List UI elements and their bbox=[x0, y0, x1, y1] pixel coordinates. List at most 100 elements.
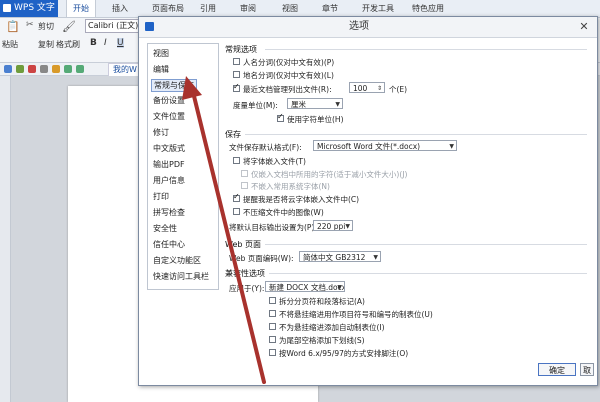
nav-item-export-pdf[interactable]: 输出PDF bbox=[153, 159, 185, 170]
copy-button[interactable]: 复制 bbox=[38, 39, 54, 50]
underline-button[interactable]: U bbox=[117, 38, 124, 48]
nav-item-customize-ribbon[interactable]: 自定义功能区 bbox=[153, 255, 201, 266]
new-doc-icon[interactable] bbox=[4, 65, 12, 73]
web-encoding-select[interactable]: 简体中文 GB2312 ▼ bbox=[299, 251, 381, 262]
ok-button[interactable]: 确定 bbox=[538, 363, 576, 376]
output-resolution-label: 将默认目标输出设置为(P): bbox=[229, 223, 317, 232]
nav-item-chinese-layout[interactable]: 中文版式 bbox=[153, 143, 185, 154]
divider bbox=[269, 273, 587, 274]
paste-button[interactable]: 粘贴 bbox=[2, 39, 18, 50]
nav-item-print[interactable]: 打印 bbox=[153, 191, 169, 202]
pdf-icon[interactable] bbox=[28, 65, 36, 73]
scissors-icon[interactable]: ✂ bbox=[26, 20, 34, 30]
output-resolution-value: 220 ppi bbox=[317, 222, 346, 231]
nav-item-view[interactable]: 视图 bbox=[153, 48, 169, 59]
no-auto-tab-checkbox[interactable] bbox=[269, 323, 276, 330]
dialog-titlebar: 选项 ✕ bbox=[139, 17, 597, 38]
recent-docs-label: 最近文档管理列出文件(R): bbox=[243, 85, 332, 94]
apply-to-select[interactable]: 新建 DOCX 文档.docx ▼ bbox=[265, 281, 345, 292]
paste-icon[interactable]: 📋 bbox=[6, 20, 20, 33]
split-page-break-checkbox[interactable] bbox=[269, 297, 276, 304]
italic-button[interactable]: I bbox=[104, 38, 107, 48]
print-icon[interactable] bbox=[40, 65, 48, 73]
menu-home[interactable]: 开始 bbox=[66, 0, 96, 17]
chevron-down-icon: ▼ bbox=[345, 223, 350, 230]
nav-item-revision[interactable]: 修订 bbox=[153, 127, 169, 138]
wps-app-button[interactable]: WPS 文字 bbox=[0, 0, 58, 17]
nav-item-spell-check[interactable]: 拼写检查 bbox=[153, 207, 185, 218]
menu-view[interactable]: 视图 bbox=[282, 0, 298, 17]
place-name-split-checkbox[interactable] bbox=[233, 71, 240, 78]
cut-button[interactable]: 剪切 bbox=[38, 21, 54, 32]
nav-item-general-save[interactable]: 常规与保存 bbox=[151, 79, 197, 92]
wps-logo-icon bbox=[3, 4, 11, 12]
bold-button[interactable]: B bbox=[90, 38, 97, 48]
underline-trailing-space-checkbox[interactable] bbox=[269, 336, 276, 343]
nav-item-user-info[interactable]: 用户信息 bbox=[153, 175, 185, 186]
nav-item-edit[interactable]: 编辑 bbox=[153, 64, 169, 75]
embed-fonts-checkbox[interactable] bbox=[233, 157, 240, 164]
chevron-down-icon: ▼ bbox=[337, 284, 342, 291]
no-compress-images-checkbox[interactable] bbox=[233, 208, 240, 215]
no-compress-images-label: 不压缩文件中的图像(W) bbox=[243, 208, 324, 217]
open-icon[interactable] bbox=[16, 65, 24, 73]
options-dialog: 选项 ✕ 视图 编辑 常规与保存 备份设置 文件位置 修订 中文版式 输出PDF… bbox=[138, 16, 598, 386]
cloud-font-reminder-label: 提醒我是否将云字体嵌入文件中(C) bbox=[243, 195, 360, 204]
menu-chapter[interactable]: 章节 bbox=[322, 0, 338, 17]
section-save: 保存 bbox=[225, 130, 241, 139]
redo-icon[interactable] bbox=[76, 65, 84, 73]
char-unit-checkbox[interactable] bbox=[277, 112, 284, 122]
close-icon[interactable]: ✕ bbox=[577, 20, 591, 34]
default-format-label: 文件保存默认格式(F): bbox=[229, 143, 302, 152]
word6-footnote-label: 按Word 6.x/95/97的方式安排脚注(O) bbox=[279, 349, 409, 358]
section-compat: 兼容性选项 bbox=[225, 269, 265, 278]
options-nav: 视图 编辑 常规与保存 备份设置 文件位置 修订 中文版式 输出PDF 用户信息… bbox=[147, 43, 219, 290]
recent-docs-count-input[interactable]: 100 ⇕ bbox=[349, 82, 385, 93]
cloud-font-reminder-checkbox[interactable] bbox=[233, 192, 240, 202]
menu-references[interactable]: 引用 bbox=[200, 0, 216, 17]
dialog-title: 选项 bbox=[349, 21, 369, 32]
measure-unit-select[interactable]: 厘米 ▼ bbox=[287, 98, 343, 109]
nav-item-trust-center[interactable]: 信任中心 bbox=[153, 239, 185, 250]
chevron-down-icon: ▼ bbox=[373, 254, 378, 261]
font-select[interactable]: Calibri (正文) bbox=[85, 19, 144, 33]
chevron-down-icon: ▼ bbox=[449, 143, 454, 150]
output-resolution-select[interactable]: 220 ppi ▼ bbox=[313, 220, 353, 231]
menu-review[interactable]: 审阅 bbox=[240, 0, 256, 17]
section-web: Web 页面 bbox=[225, 240, 261, 249]
cancel-button[interactable]: 取消 bbox=[580, 363, 594, 376]
no-embed-system-fonts-checkbox[interactable] bbox=[241, 182, 248, 189]
menu-insert[interactable]: 插入 bbox=[112, 0, 128, 17]
person-name-split-checkbox[interactable] bbox=[233, 58, 240, 65]
apply-to-value: 新建 DOCX 文档.docx bbox=[269, 283, 345, 292]
nav-item-file-location[interactable]: 文件位置 bbox=[153, 111, 185, 122]
document-tab[interactable]: 我的W bbox=[108, 63, 142, 77]
preview-icon[interactable] bbox=[52, 65, 60, 73]
menu-page-layout[interactable]: 页面布局 bbox=[152, 0, 184, 17]
nav-item-backup[interactable]: 备份设置 bbox=[153, 95, 185, 106]
format-painter-button[interactable]: 格式刷 bbox=[56, 39, 80, 50]
nav-item-quick-access-toolbar[interactable]: 快速访问工具栏 bbox=[153, 271, 209, 282]
hanging-indent-tab-checkbox[interactable] bbox=[269, 310, 276, 317]
undo-icon[interactable] bbox=[64, 65, 72, 73]
person-name-split-label: 人名分词(仅对中文有效)(P) bbox=[243, 58, 335, 67]
default-format-value: Microsoft Word 文件(*.docx) bbox=[317, 142, 421, 151]
default-format-select[interactable]: Microsoft Word 文件(*.docx) ▼ bbox=[313, 140, 457, 151]
nav-item-security[interactable]: 安全性 bbox=[153, 223, 177, 234]
embed-used-chars-checkbox[interactable] bbox=[241, 170, 248, 177]
place-name-split-label: 地名分词(仅对中文有效)(L) bbox=[243, 71, 334, 80]
recent-docs-count-value: 100 bbox=[353, 84, 368, 93]
embed-fonts-label: 将字体嵌入文件(T) bbox=[243, 157, 306, 166]
split-page-break-label: 拆分分页符和段落标记(A) bbox=[279, 297, 365, 306]
word6-footnote-checkbox[interactable] bbox=[269, 349, 276, 356]
underline-trailing-space-label: 为尾部空格添加下划线(S) bbox=[279, 336, 365, 345]
divider bbox=[265, 244, 587, 245]
spinner-icon[interactable]: ⇕ bbox=[377, 83, 382, 92]
menu-developer[interactable]: 开发工具 bbox=[362, 0, 394, 17]
wps-logo-icon bbox=[145, 22, 154, 31]
apply-to-label: 应用于(Y): bbox=[229, 284, 265, 293]
recent-docs-checkbox[interactable] bbox=[233, 82, 240, 92]
app-title: WPS 文字 bbox=[14, 3, 55, 13]
format-painter-icon[interactable]: 🖌 bbox=[62, 20, 76, 33]
menu-special-apps[interactable]: 特色应用 bbox=[412, 0, 444, 17]
